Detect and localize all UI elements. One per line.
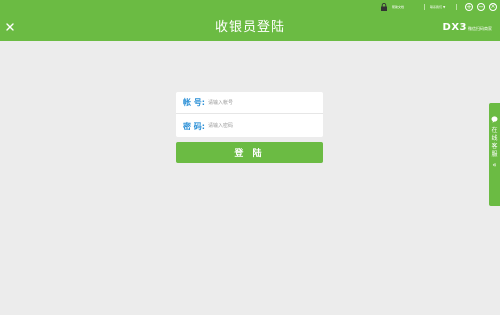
add-icon[interactable]: + [465,3,473,11]
account-input[interactable] [208,95,314,110]
online-service-tab[interactable]: 在 线 客 服 « [489,103,500,206]
divider [424,4,425,10]
account-label: 帐 号: [183,98,205,107]
divider [456,4,457,10]
side-char: 线 [491,135,498,142]
help-link[interactable]: 帮助文档 [392,0,404,14]
brand-subtitle: 微信扫码商家 [468,26,492,31]
side-char: 客 [491,143,498,150]
login-button[interactable]: 登 陆 [176,142,323,163]
lock-icon [381,3,387,11]
login-form: 帐 号: 密 码: [176,92,323,137]
password-input[interactable] [208,119,314,133]
brand-logo: DX3 微信扫码商家 [443,22,492,34]
brand-mark: DX3 [442,22,467,33]
chevron-left-icon: « [492,161,497,169]
side-char: 在 [491,127,498,134]
minimize-icon[interactable]: − [477,3,485,11]
page-title: 收银员登陆 [214,20,285,35]
account-row: 帐 号: [176,92,323,114]
close-window-icon[interactable]: × [489,3,497,11]
password-label: 密 码: [183,121,205,131]
chat-bubble-icon [491,116,498,123]
online-service-label: 在 线 客 服 [489,127,500,159]
contact-dropdown[interactable]: 联系我们 ▼ [430,0,445,14]
top-utility-bar: 帮助文档 联系我们 ▼ + − × [0,0,500,14]
password-row: 密 码: [176,115,323,137]
title-header: 收银员登陆 DX3 微信扫码商家 [0,14,500,41]
side-char: 服 [491,151,498,158]
